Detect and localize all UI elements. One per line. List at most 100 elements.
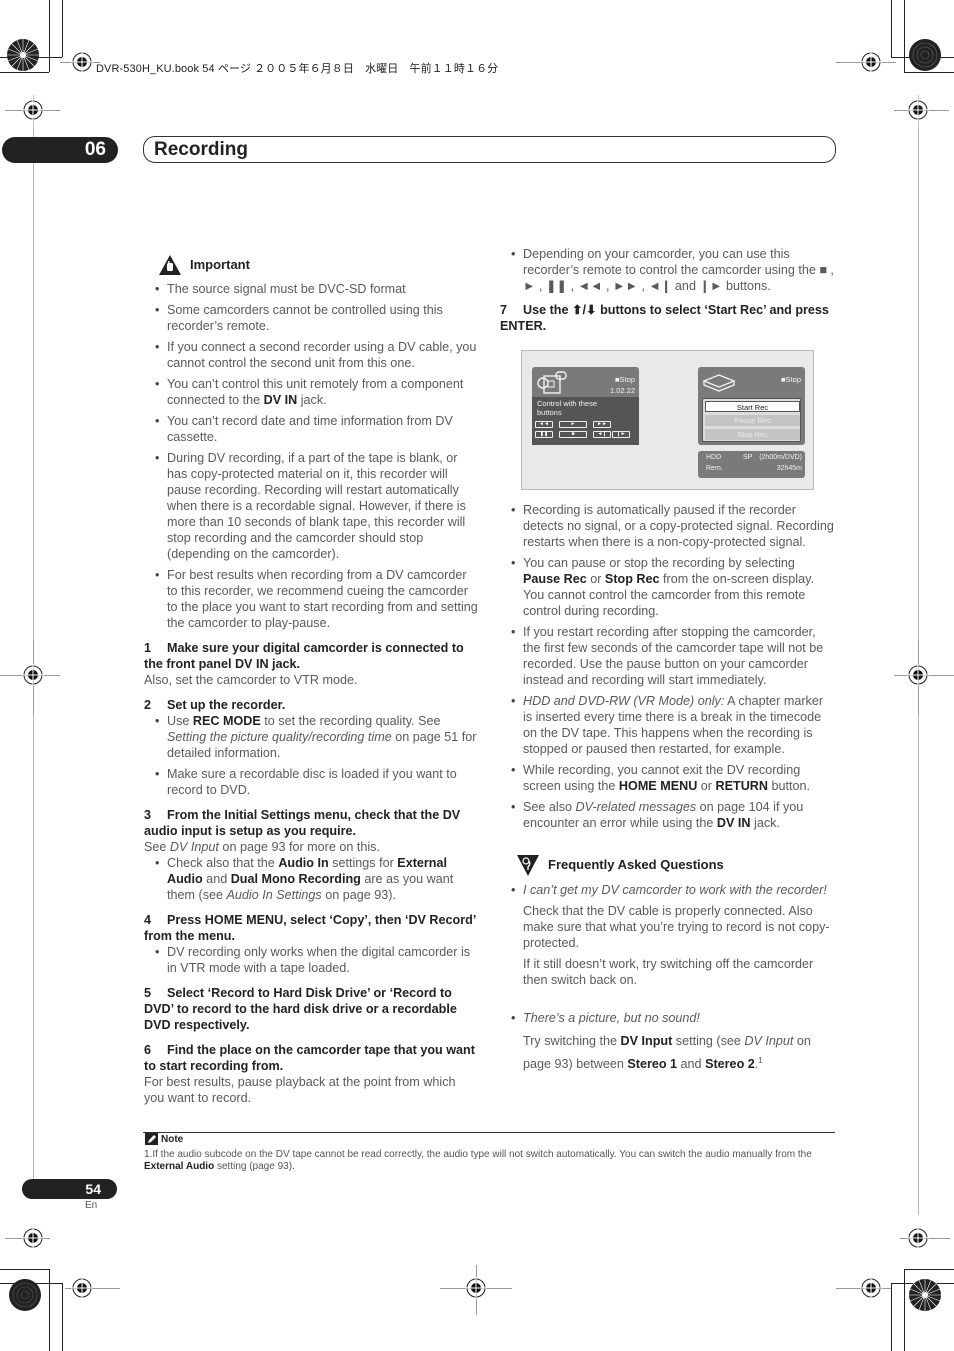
left-column: Important The source signal must be DVC-… (144, 254, 479, 1106)
control-hint-text: Control with these buttons (537, 399, 598, 417)
step-number: 5 (144, 986, 152, 1000)
crop-line (62, 1283, 63, 1351)
crop-line (62, 0, 63, 57)
right-column-lower: Recording is automatically paused if the… (500, 502, 835, 1079)
list-item: HDD and DVD-RW (VR Mode) only: A chapter… (500, 693, 835, 757)
step-back-button[interactable]: ◄❙ (593, 431, 611, 438)
crop-line (49, 1269, 50, 1351)
record-mode-detail: (2h00m/DVD) (759, 454, 802, 461)
starburst-target-icon (909, 39, 941, 71)
list-item: For best results when recording from a D… (144, 567, 479, 631)
faq-item: There’s a picture, but no sound! Try swit… (500, 1010, 835, 1074)
text-run: 1.If the audio subcode on the DV tape ca… (144, 1149, 812, 1160)
faq-question-text: I can’t get my DV camcorder to work with… (523, 883, 827, 897)
crop-line (0, 72, 49, 73)
bold-term: Stereo 2 (705, 1057, 755, 1072)
important-list: The source signal must be DVC-SD format S… (144, 281, 479, 631)
step-heading: 2 Set up the recorder. (144, 697, 479, 713)
remote-control-note: Depending on your camcorder, you can use… (500, 246, 835, 294)
camcorder-panel: ■Stop 1.02.22 Control with these buttons… (532, 367, 639, 445)
text-run: See (144, 840, 170, 854)
recorder-icon (702, 374, 736, 392)
list-item: DV recording only works when the digital… (144, 944, 479, 976)
crop-line (891, 0, 892, 57)
stop-rec-menu-item[interactable]: Stop Rec (705, 429, 800, 440)
pencil-note-icon (145, 1133, 158, 1145)
text-run: You can pause or stop the recording by s… (523, 556, 795, 570)
bold-term: Dual Mono Recording (230, 872, 361, 886)
text-run: Use (167, 714, 193, 728)
step-bullets: Check also that the Audio In settings fo… (144, 855, 479, 903)
step-number: 2 (144, 698, 152, 712)
step-forward-button[interactable]: ❙► (612, 431, 630, 438)
note-heading: Note (145, 1133, 183, 1145)
crop-line (904, 1269, 954, 1270)
text-run: Try switching the (523, 1034, 621, 1048)
list-item: If you restart recording after stopping … (500, 624, 835, 688)
list-item: Make sure a recordable disc is loaded if… (144, 766, 479, 798)
step-text: From the Initial Settings menu, check th… (144, 808, 461, 838)
crop-line (49, 0, 50, 72)
step-body: For best results, pause playback at the … (144, 1074, 479, 1106)
chapter-title: Recording (143, 136, 836, 163)
italic-reference: DV Input (744, 1034, 794, 1048)
step-body: See DV Input on page 93 for more on this… (144, 839, 479, 855)
italic-reference: HDD and DVD-RW (VR Mode) only: (523, 694, 725, 708)
registration-mark-icon (907, 99, 929, 121)
italic-reference: Audio In Settings (226, 888, 322, 902)
bold-term: HOME MENU (618, 779, 698, 793)
bold-term: Stop Rec (604, 572, 660, 586)
text-run: setting (page 93). (214, 1161, 295, 1172)
step-heading: 1 Make sure your digital camcorder is con… (144, 640, 479, 672)
crop-line (904, 1269, 905, 1351)
stop-button[interactable]: ■ (559, 431, 587, 438)
list-item: Use REC MODE to set the recording qualit… (144, 713, 479, 761)
text-run: settings for (328, 856, 398, 870)
text-run: Make sure a recordable disc is loaded if… (167, 767, 457, 797)
text-run: and (677, 1057, 706, 1072)
list-item: Check also that the Audio In settings fo… (144, 855, 479, 903)
step-number: 4 (144, 913, 152, 927)
bold-term: Stereo 1 (627, 1057, 678, 1072)
text-run: button. (767, 779, 810, 793)
bold-term: Pause Rec (523, 572, 587, 586)
text-run: If it still doesn’t work, try switching … (523, 957, 814, 987)
text-run: Check that the DV cable is properly conn… (523, 904, 830, 950)
text-run: setting (see (672, 1034, 745, 1048)
step-text: Use the ⬆/⬇ buttons to select ‘Start Rec… (500, 303, 829, 333)
registration-mark-icon (71, 51, 93, 73)
list-item: You can’t record date and time informati… (144, 413, 479, 445)
bold-term: RETURN (715, 779, 768, 793)
bold-term: DV IN (716, 816, 751, 830)
page-language: En (85, 1200, 98, 1211)
step-bullets: DV recording only works when the digital… (144, 944, 479, 976)
text-run: Some camcorders cannot be controlled usi… (167, 303, 443, 333)
list-item: Depending on your camcorder, you can use… (500, 246, 835, 294)
pause-rec-menu-item[interactable]: Pause Rec (705, 415, 800, 426)
right-column: Depending on your camcorder, you can use… (500, 246, 835, 334)
text-run: on page 93). (321, 888, 396, 902)
camcorder-icon (537, 371, 567, 394)
list-item: Some camcorders cannot be controlled usi… (144, 302, 479, 334)
faq-question: There’s a picture, but no sound! (500, 1010, 835, 1026)
note-title: Note (161, 1133, 184, 1145)
recording-info-panel: HDD SP (2h00m/DVD) Rem. 32h45m (698, 451, 805, 478)
crop-line (0, 1269, 49, 1270)
rewind-button[interactable]: ◄◄ (535, 421, 553, 428)
faq-question-text: There’s a picture, but no sound! (523, 1011, 700, 1025)
list-item: You can pause or stop the recording by s… (500, 555, 835, 619)
camcorder-status: ■Stop (615, 375, 635, 384)
step-heading: 6 Find the place on the camcorder tape th… (144, 1042, 479, 1074)
step-number: 1 (144, 641, 152, 655)
fast-forward-button[interactable]: ►► (593, 421, 611, 428)
registration-mark-icon (22, 1227, 44, 1249)
crop-line (904, 0, 905, 72)
text-run: or (697, 779, 716, 793)
italic-reference: Setting the picture quality/recording ti… (167, 730, 392, 744)
start-rec-menu-item[interactable]: Start Rec (705, 401, 800, 412)
crop-line (891, 1283, 892, 1351)
play-button[interactable]: ► (559, 421, 587, 428)
faq-list: I can’t get my DV camcorder to work with… (500, 882, 835, 1074)
faq-item: I can’t get my DV camcorder to work with… (500, 882, 835, 988)
pause-button[interactable]: ❚❚ (535, 431, 553, 438)
